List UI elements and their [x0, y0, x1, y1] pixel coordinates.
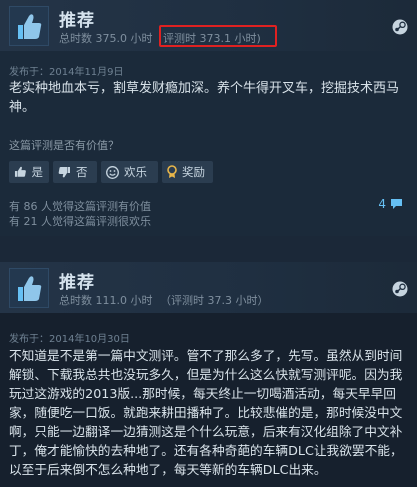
vote-funny-button[interactable]: 欢乐	[101, 161, 158, 183]
helpful-count: 有 86 人觉得这篇评测有价值	[9, 200, 151, 213]
posted-date: 发布于：2014年11月9日	[9, 67, 124, 78]
vote-yes-button[interactable]: 是	[9, 161, 49, 183]
recommend-label: 推荐	[59, 11, 95, 31]
hours-total: 总时数 375.0 小时	[59, 32, 153, 45]
comments-link[interactable]: 4	[378, 197, 403, 211]
hours-total: 总时数 111.0 小时	[59, 294, 153, 307]
comment-count: 4	[378, 197, 386, 211]
review-separator	[0, 236, 417, 262]
steam-icon	[392, 281, 408, 297]
vote-no-label: 否	[76, 165, 88, 179]
thumbs-up-icon	[14, 166, 26, 177]
recommend-label: 推荐	[59, 273, 95, 293]
comment-icon	[391, 199, 402, 209]
review-content: 不知道是不是第一篇中文测评。管不了那么多了，先写。虽然从到时间解锁、下载我总共也…	[9, 348, 403, 477]
vote-funny-label: 欢乐	[124, 165, 147, 179]
award-icon	[167, 165, 177, 178]
award-button[interactable]: 奖励	[162, 161, 213, 183]
review-header: 推荐 总时数 111.0 小时 （评测时 37.3 小时）	[0, 262, 417, 313]
vote-yes-label: 是	[31, 165, 44, 179]
helpful-question: 这篇评测是否有价值？	[9, 139, 119, 152]
award-label: 奖励	[182, 165, 205, 179]
smiley-icon	[106, 165, 119, 179]
review-card-1: 推荐 总时数 375.0 小时 评测时 373.1 小时) 发布于：2014年1…	[0, 0, 417, 236]
highlight-box	[159, 25, 277, 47]
funny-count: 有 21 人觉得这篇评测很欢乐	[9, 215, 151, 228]
vote-no-button[interactable]: 否	[53, 161, 97, 183]
review-content: 老实种地血本亏，割草发财瘾加深。养个牛得开叉车，挖掘技术西马神。	[9, 81, 400, 115]
thumbs-up-icon	[9, 268, 49, 308]
hours-at-review: （评测时 37.3 小时）	[160, 294, 269, 307]
review-header: 推荐 总时数 375.0 小时 评测时 373.1 小时)	[0, 0, 417, 51]
review-card-2: 推荐 总时数 111.0 小时 （评测时 37.3 小时） 发布于：2014年1…	[0, 262, 417, 487]
posted-date: 发布于：2014年10月30日	[9, 334, 130, 345]
steam-icon	[392, 19, 408, 35]
thumbs-up-icon	[9, 6, 49, 46]
thumbs-down-icon	[58, 167, 70, 178]
